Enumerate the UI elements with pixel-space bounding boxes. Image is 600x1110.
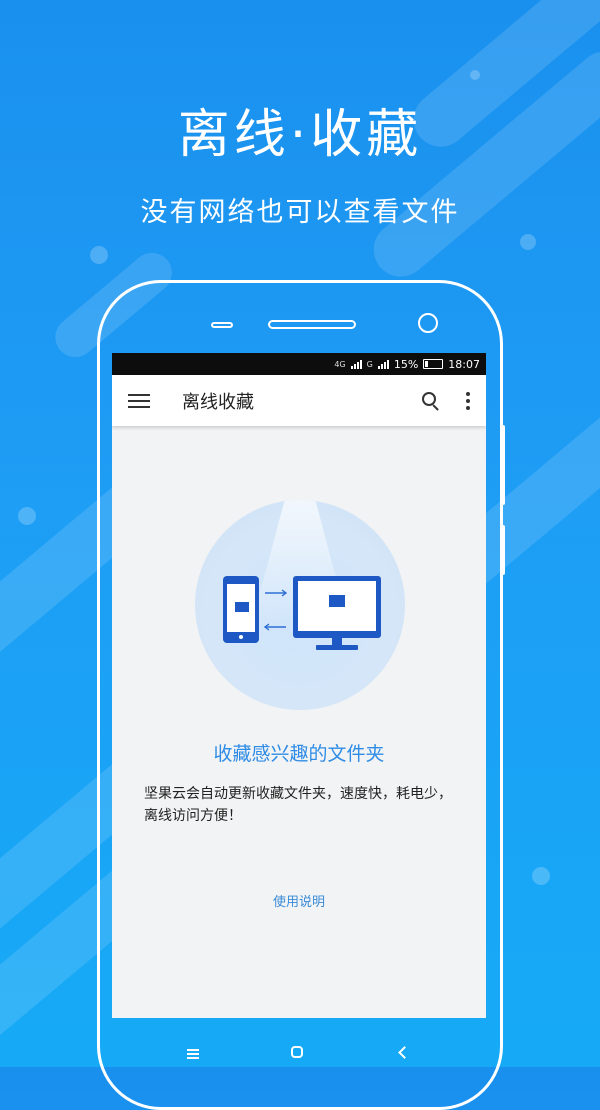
promo-title: 离线·收藏 [177,105,423,165]
network-type-label: 4G [334,359,346,369]
nav-keys [0,1043,600,1063]
phone-sensor [211,322,233,328]
background-dot [18,507,36,525]
carrier2-label: G [366,359,373,369]
background-dot [470,70,480,80]
background-dot [90,246,108,264]
phone-speaker [268,320,356,329]
feature-description: 坚果云会自动更新收藏文件夹，速度快，耗电少，离线访问方便！ [144,786,452,824]
promo-subtitle: 没有网络也可以查看文件 [140,197,460,228]
battery-icon [423,359,444,369]
signal-icon [377,359,389,369]
clock: 18:07 [448,357,480,371]
app-bar: 离线收藏 [112,375,486,426]
phone-screen: 4G G 15% 18:07 离线收藏 收藏感兴趣的文件夹 坚果云会自动更新收藏… [112,353,486,1018]
phone-volume-button [501,425,505,505]
phone-monitor-illustration [223,576,381,650]
help-link[interactable]: 使用说明 [112,891,486,910]
status-bar: 4G G 15% 18:07 [112,353,486,375]
app-bar-title: 离线收藏 [182,391,254,413]
sync-illustration [195,500,405,710]
phone-power-button [501,525,505,575]
phone-camera [418,313,438,333]
feature-title: 收藏感兴趣的文件夹 [213,743,385,765]
search-icon[interactable] [420,390,442,412]
more-vertical-icon[interactable] [458,391,478,410]
background-dot [532,867,550,885]
menu-icon[interactable] [187,1047,199,1061]
battery-percent: 15% [393,357,419,371]
back-icon[interactable] [398,1046,411,1059]
background-dot [520,234,536,250]
signal-icon [350,359,362,369]
home-icon[interactable] [291,1046,303,1058]
hamburger-menu-icon[interactable] [128,390,150,412]
